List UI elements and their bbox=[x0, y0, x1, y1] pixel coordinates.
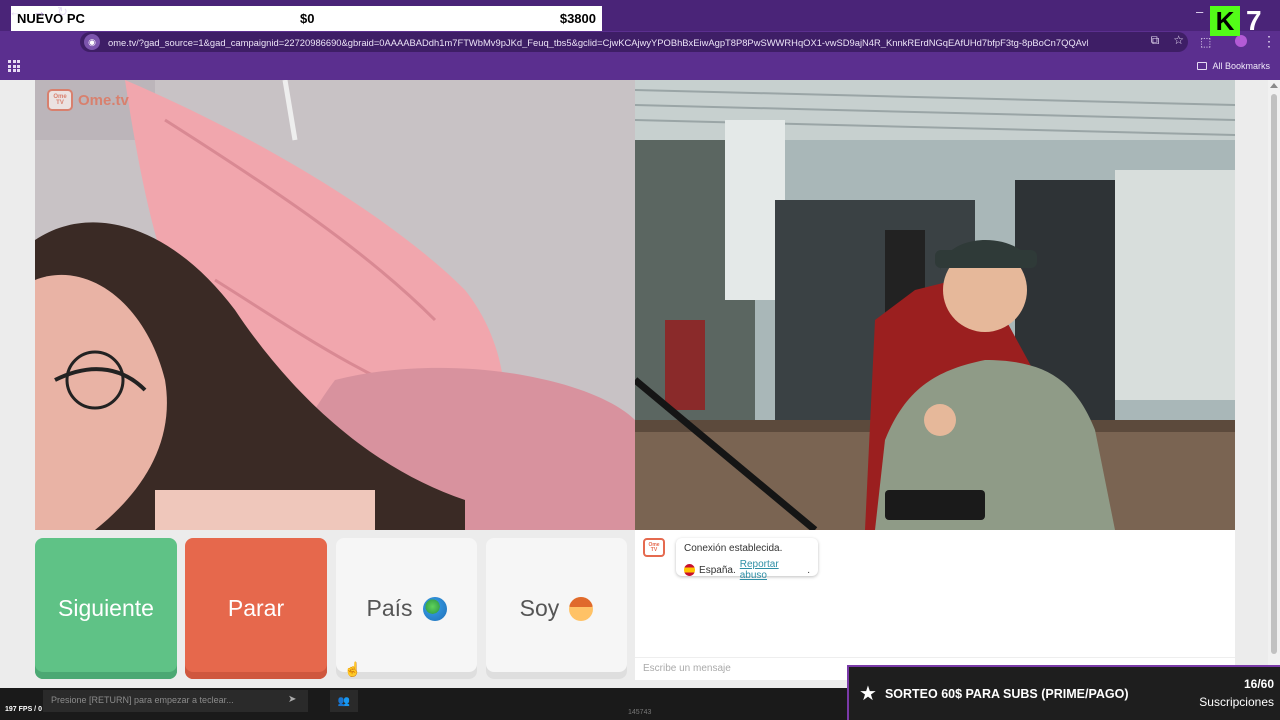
extensions-icon[interactable]: ⬚ bbox=[1200, 35, 1211, 49]
boy-face-icon bbox=[569, 596, 594, 621]
country-button[interactable]: País bbox=[336, 538, 477, 679]
folder-icon bbox=[1197, 62, 1208, 70]
url-text[interactable]: ome.tv/?gad_source=1&gad_campaignid=2272… bbox=[108, 37, 1088, 48]
donation-goal-bar: NUEVO PC $0 $3800 bbox=[11, 6, 602, 31]
star-icon: ★ bbox=[859, 683, 877, 705]
partner-country: España. bbox=[699, 564, 736, 576]
site-info-icon[interactable]: ◉ bbox=[84, 34, 100, 50]
send-icon[interactable]: ➤ bbox=[288, 694, 296, 705]
people-icon[interactable]: 👥 bbox=[330, 690, 358, 712]
menu-icon[interactable]: ⋮ bbox=[1262, 33, 1276, 50]
ome-tv-icon: Ome TV bbox=[643, 538, 665, 557]
sub-goal-widget: ★ SORTEO 60$ PARA SUBS (PRIME/PAGO) 16/6… bbox=[847, 665, 1280, 720]
ome-brand-text: Ome.tv bbox=[78, 91, 129, 109]
stop-button-label: Parar bbox=[227, 595, 285, 621]
system-message: Conexión establecida. España. Reportar a… bbox=[676, 538, 818, 581]
forward-icon[interactable]: → bbox=[33, 4, 46, 20]
back-icon[interactable]: ← bbox=[9, 4, 22, 20]
apps-grid-icon[interactable] bbox=[8, 60, 20, 72]
address-bar-actions: ⧉ ☆ bbox=[1151, 33, 1184, 48]
scroll-thumb[interactable] bbox=[1271, 94, 1277, 654]
sub-goal-label: Suscripciones bbox=[1199, 695, 1274, 709]
stream-logo: K 7 bbox=[1210, 5, 1262, 37]
remote-video-image bbox=[35, 80, 635, 530]
stop-button[interactable]: Parar bbox=[185, 538, 327, 679]
page-scrollbar[interactable] bbox=[1268, 80, 1280, 688]
remote-video: Ome TV Ome.tv bbox=[35, 80, 635, 530]
kick-logo-icon: K bbox=[1210, 6, 1240, 36]
address-bar[interactable]: ◉ ome.tv/?gad_source=1&gad_campaignid=22… bbox=[80, 32, 1188, 52]
gender-button-label: Soy bbox=[519, 595, 560, 621]
self-video-image bbox=[635, 80, 1235, 530]
next-button-label: Siguiente bbox=[58, 595, 154, 621]
hand-cursor-icon: ☝ bbox=[344, 661, 362, 677]
goal-target: $3800 bbox=[559, 11, 596, 26]
country-button-label: País bbox=[366, 595, 413, 621]
report-abuse-link[interactable]: Reportar abuso bbox=[740, 559, 803, 581]
screen: NUEVO PC $0 $3800 – ← → ↻ ◉ ome.tv/?gad_… bbox=[0, 0, 1280, 720]
ome-tv-icon: Ome TV bbox=[47, 89, 73, 111]
viewer-count: 145743 bbox=[628, 709, 652, 716]
period-text: . bbox=[807, 564, 810, 576]
reload-icon[interactable]: ↻ bbox=[57, 4, 68, 20]
connection-status: Conexión establecida. bbox=[684, 543, 783, 554]
gender-button[interactable]: Soy bbox=[486, 538, 627, 679]
stream-chat-input[interactable]: Presione [RETURN] para empezar a teclear… bbox=[43, 690, 308, 712]
all-bookmarks-label: All Bookmarks bbox=[1212, 61, 1270, 71]
bookmark-star-icon[interactable]: ☆ bbox=[1173, 33, 1184, 48]
globe-icon bbox=[422, 596, 447, 621]
goal-current: $0 bbox=[300, 11, 315, 26]
chat-panel: Ome TV Conexión establecida. España. Repo… bbox=[635, 530, 1235, 680]
spain-flag-icon bbox=[684, 564, 696, 576]
install-icon[interactable]: ⧉ bbox=[1151, 33, 1160, 48]
self-video bbox=[635, 80, 1235, 530]
bookmarks-bar bbox=[0, 55, 1280, 80]
minimize-icon[interactable]: – bbox=[1196, 4, 1203, 19]
sub-goal-progress: 16/60 Suscripciones bbox=[1199, 677, 1274, 709]
ome-logo: Ome TV Ome.tv bbox=[47, 89, 129, 111]
sub-goal-count: 16/60 bbox=[1243, 677, 1274, 691]
scroll-up-arrow-icon[interactable] bbox=[1270, 83, 1278, 88]
all-bookmarks[interactable]: All Bookmarks bbox=[1197, 61, 1270, 71]
next-button[interactable]: Siguiente bbox=[35, 538, 177, 679]
logo-number: 7 bbox=[1246, 5, 1262, 36]
